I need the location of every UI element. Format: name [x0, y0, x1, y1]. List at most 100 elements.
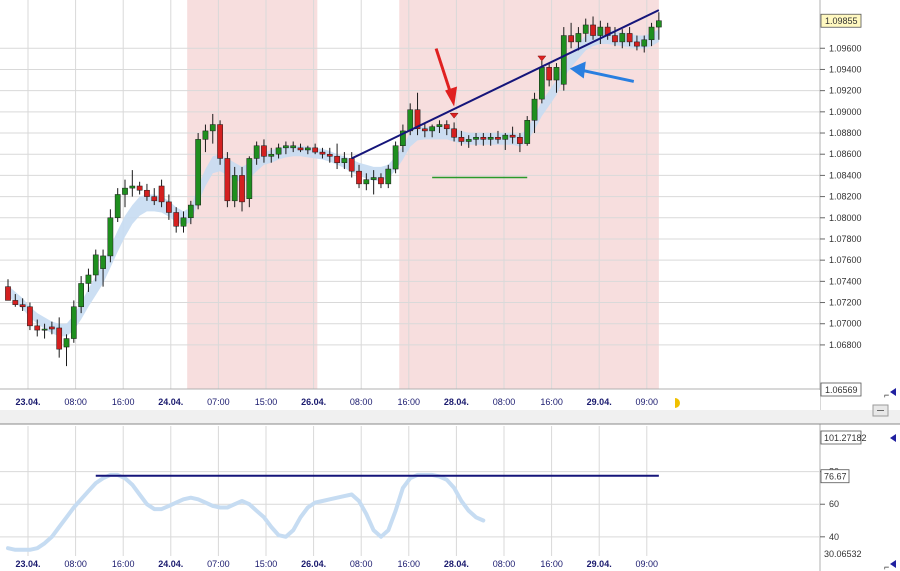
candle-up: [122, 187, 128, 195]
candle-up: [531, 98, 538, 121]
candle-down: [224, 158, 231, 202]
xaxis-label: 24.04.: [158, 397, 183, 407]
price-tick-label: 1.09400: [829, 64, 862, 74]
candle-up: [41, 328, 48, 331]
candle-down: [158, 185, 165, 203]
xaxis-label: 09:00: [636, 559, 659, 569]
xaxis-label: 29.04.: [587, 559, 612, 569]
xaxis-label: 07:00: [207, 559, 230, 569]
price-tick-label: 1.07000: [829, 319, 862, 329]
candle-up: [656, 20, 662, 28]
candle-up: [487, 137, 494, 140]
price-tick-label: 1.09600: [829, 43, 862, 53]
osc-current-label: 76.67: [824, 472, 847, 482]
candle-up: [195, 139, 201, 206]
candle-up: [473, 137, 479, 140]
oscillator-grid: [0, 426, 820, 556]
price-tick-label: 1.08000: [829, 213, 862, 223]
candle-up: [129, 185, 136, 189]
candle-down: [34, 325, 41, 331]
xaxis-label: 16:00: [398, 559, 421, 569]
candle-up: [597, 26, 604, 36]
left-arrow-icon-osc[interactable]: [890, 434, 896, 442]
candle-down: [173, 212, 180, 227]
price-tick-label: 1.06800: [829, 340, 862, 350]
candle-down: [166, 201, 172, 213]
candle-up: [100, 255, 106, 269]
candle-up: [575, 33, 582, 43]
xaxis-label: 08:00: [493, 559, 516, 569]
candle-up: [275, 147, 282, 155]
price-tick-label: 1.07400: [829, 276, 862, 286]
candle-down: [312, 147, 318, 153]
corner-marker: ⌐: [884, 390, 889, 400]
xaxis-label: 29.04.: [587, 397, 612, 407]
candle-up: [231, 175, 238, 202]
xaxis-label: 16:00: [398, 397, 421, 407]
candle-up: [202, 130, 209, 140]
candle-up: [524, 120, 531, 144]
xaxis-label: 09:00: [636, 397, 659, 407]
candle-up: [407, 109, 414, 132]
candle-up: [85, 274, 92, 284]
candle-down: [421, 128, 428, 132]
price-tick-label: 1.08800: [829, 128, 862, 138]
candle-up: [429, 126, 436, 132]
candle-down: [334, 156, 340, 163]
candle-down: [568, 35, 574, 43]
candle-up: [619, 33, 626, 43]
session-shading: [187, 0, 659, 389]
candle-up: [341, 158, 348, 163]
candle-up: [246, 158, 253, 199]
candle-up: [641, 39, 648, 47]
candle-up: [363, 179, 370, 185]
price-tick-label: 1.09200: [829, 86, 862, 96]
candle-down: [136, 185, 143, 191]
oscillator-axis: 806040101.2718276.6730.06532: [820, 430, 867, 559]
xaxis-label: 08:00: [350, 559, 373, 569]
candle-down: [297, 147, 304, 151]
xaxis-label: 24.04.: [158, 559, 183, 569]
osc-top-label: 101.27182: [824, 433, 867, 443]
candle-down: [458, 137, 465, 142]
candle-up: [209, 124, 216, 132]
xaxis-label: 23.04.: [15, 559, 40, 569]
price-tick-label: 1.08600: [829, 149, 862, 159]
candle-down: [480, 137, 487, 140]
candle-up: [268, 153, 275, 157]
xaxis-label: 08:00: [350, 397, 373, 407]
candle-down: [509, 134, 516, 138]
candle-down: [356, 170, 362, 185]
current-price-label: 1.09855: [825, 16, 858, 26]
xaxis-label: 26.04.: [301, 397, 326, 407]
price-tick-label: 1.07600: [829, 255, 862, 265]
xaxis-label: 28.04.: [444, 397, 469, 407]
left-arrow-icon[interactable]: [890, 388, 896, 396]
candle-up: [70, 306, 77, 339]
price-tick-label: 1.08200: [829, 192, 862, 202]
xaxis-label: 16:00: [112, 397, 135, 407]
xaxis-label: 08:00: [493, 397, 516, 407]
candle-up: [648, 26, 655, 41]
xaxis-label: 08:00: [64, 397, 87, 407]
price-tick-label: 1.07200: [829, 298, 862, 308]
xaxis-label: 15:00: [255, 397, 278, 407]
candle-up: [63, 338, 70, 348]
candle-down: [348, 158, 355, 172]
corner-marker-bottom: ⌐: [884, 562, 889, 571]
oscillator-line: [6, 472, 486, 552]
xaxis-label: 16:00: [540, 559, 563, 569]
session-shade: [187, 0, 318, 389]
candle-up: [92, 254, 99, 276]
candle-up: [582, 24, 589, 34]
left-arrow-icon-bottom[interactable]: [890, 560, 896, 568]
xaxis-label: 28.04.: [444, 559, 469, 569]
candle-up: [78, 283, 84, 308]
candle-up: [538, 67, 545, 100]
candle-down: [49, 326, 55, 330]
candle-down: [239, 175, 245, 203]
candle-up: [290, 145, 297, 149]
xaxis-label: 07:00: [207, 397, 230, 407]
candle-up: [385, 168, 392, 185]
candle-down: [261, 145, 267, 157]
